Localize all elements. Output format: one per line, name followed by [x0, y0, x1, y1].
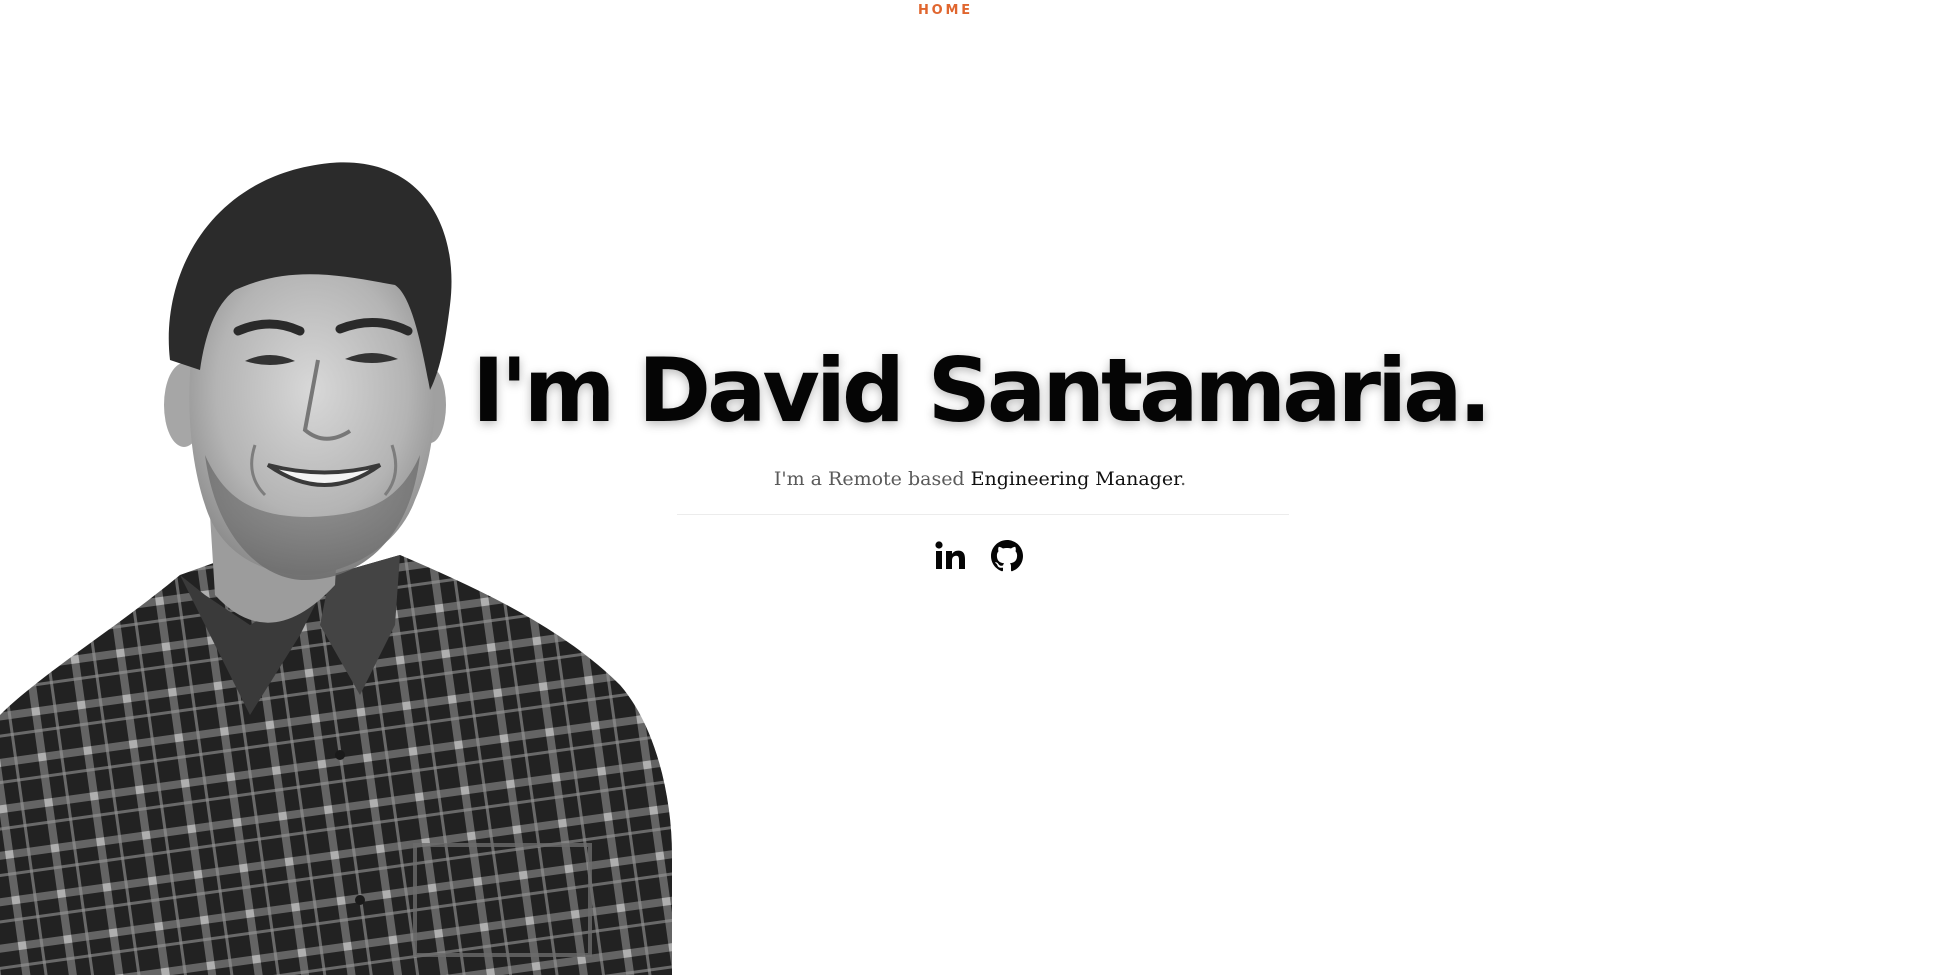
- subtitle-prefix: I'm a Remote based: [773, 468, 971, 490]
- hero-subtitle: I'm a Remote based Engineering Manager.: [600, 463, 1360, 495]
- linkedin-link[interactable]: [933, 538, 969, 574]
- subtitle-suffix: .: [1180, 468, 1187, 490]
- linkedin-icon: [935, 541, 965, 569]
- subtitle-role: Engineering Manager: [970, 468, 1181, 490]
- nav-home-link[interactable]: HOME: [918, 3, 973, 18]
- github-link[interactable]: [989, 538, 1025, 574]
- portrait-photo: [0, 162, 672, 975]
- page: HOME I'm David Santamaria. I'm a Remote …: [0, 0, 1943, 975]
- top-nav: HOME: [0, 0, 1943, 26]
- hero-divider: [677, 514, 1289, 515]
- github-icon: [991, 540, 1023, 572]
- social-links: [930, 538, 1050, 574]
- hero-title: I'm David Santamaria.: [472, 339, 1492, 442]
